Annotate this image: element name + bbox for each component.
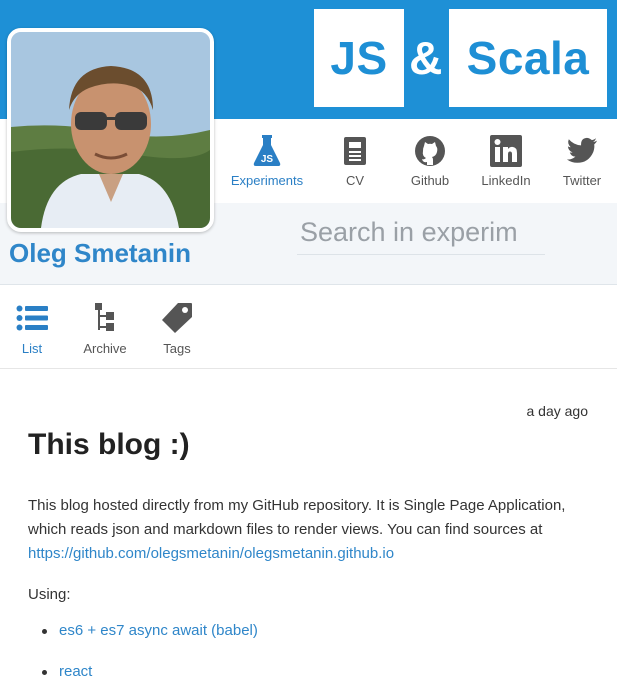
nav-experiments[interactable]: JS Experiments [227, 133, 307, 188]
nav-twitter-label: Twitter [562, 173, 602, 188]
nav-github[interactable]: Github [390, 133, 470, 188]
svg-text:JS: JS [261, 154, 274, 165]
list-item[interactable]: es6 + es7 async await (babel) [42, 622, 258, 663]
list-item[interactable]: react [42, 663, 258, 700]
tab-archive-label: Archive [83, 341, 127, 356]
twitter-icon [566, 133, 598, 169]
nav-linkedin-label: LinkedIn [481, 173, 531, 188]
logo-js[interactable]: JS [314, 9, 404, 107]
nav-linkedin[interactable]: LinkedIn [466, 133, 546, 188]
view-tabs: List Archive Tags [0, 285, 617, 369]
nav-twitter[interactable]: Twitter [542, 133, 617, 188]
nav-github-label: Github [410, 173, 450, 188]
tab-tags-label: Tags [163, 341, 191, 356]
tab-tags[interactable]: Tags [142, 301, 212, 356]
author-name[interactable]: Oleg Smetanin [9, 238, 191, 269]
tree-icon [94, 301, 116, 335]
post-body-text: This blog hosted directly from my GitHub… [28, 497, 566, 538]
list-icon [16, 301, 48, 335]
logo-ampersand: & [409, 32, 443, 84]
using-label: Using: [28, 586, 71, 603]
search-input[interactable] [297, 211, 545, 255]
logo-scala[interactable]: Scala [449, 9, 607, 107]
source-link[interactable]: https://github.com/olegsmetanin/olegsmet… [28, 545, 394, 562]
tab-archive[interactable]: Archive [70, 301, 140, 356]
tab-list-label: List [21, 341, 43, 356]
flask-js-icon: JS [251, 133, 283, 169]
tag-icon [161, 301, 193, 335]
linkedin-icon [490, 133, 522, 169]
post-title: This blog :) [28, 428, 190, 461]
avatar [7, 28, 214, 232]
github-icon [414, 133, 446, 169]
nav-cv-label: CV [345, 173, 365, 188]
document-icon [339, 133, 371, 169]
tech-list: es6 + es7 async await (babel) react [42, 622, 258, 700]
nav-experiments-label: Experiments [230, 173, 304, 188]
nav-cv[interactable]: CV [315, 133, 395, 188]
post-body: This blog hosted directly from my GitHub… [28, 494, 598, 566]
tab-list[interactable]: List [0, 301, 67, 356]
post-date: a day ago [526, 403, 589, 419]
